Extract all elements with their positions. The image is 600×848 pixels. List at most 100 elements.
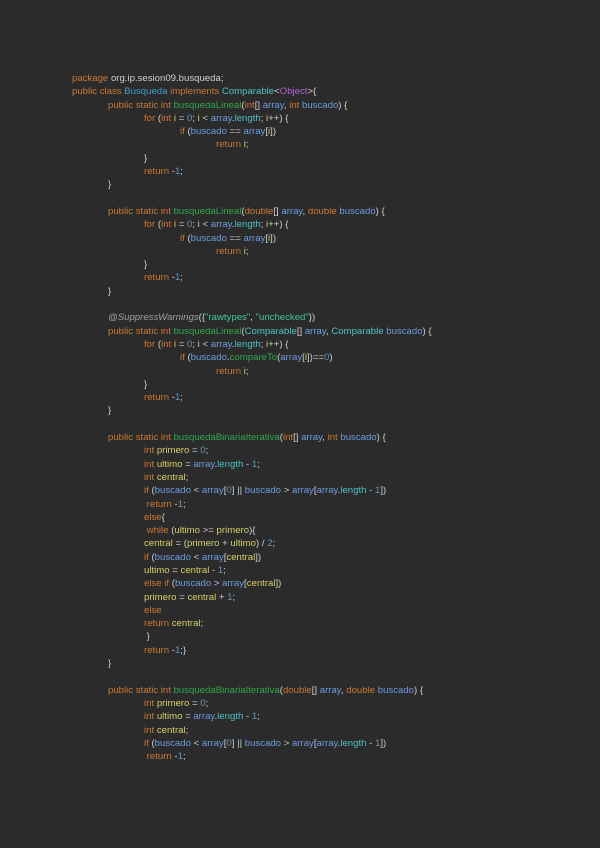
code-line: return -1; xyxy=(72,750,600,763)
code-token: array xyxy=(280,352,303,364)
code-token: central xyxy=(156,471,186,483)
code-token: > xyxy=(211,578,223,590)
code-line: package org.ip.sesion09.busqueda; xyxy=(72,72,600,85)
code-token: buscado xyxy=(190,352,227,364)
code-token: ; xyxy=(182,498,186,510)
code-token: = xyxy=(169,564,181,576)
code-token: public static int xyxy=(72,432,174,444)
code-token: buscado xyxy=(190,126,227,138)
code-line: central = (primero + ultimo) / 2; xyxy=(72,537,600,550)
code-token: array xyxy=(210,338,232,350)
code-token: return xyxy=(72,751,175,763)
code-line: public static int busquedaBinariaIterati… xyxy=(72,431,600,444)
code-line: if (buscado == array[i]) xyxy=(72,125,600,138)
code-token: array xyxy=(193,711,215,723)
code-token: length xyxy=(217,711,244,723)
code-token: return xyxy=(72,272,172,284)
code-token: "unchecked" xyxy=(255,312,309,324)
code-token: - xyxy=(366,485,375,497)
code-line: } xyxy=(72,378,600,391)
code-token: central xyxy=(187,591,217,603)
code-token: = xyxy=(182,711,194,723)
code-token: for xyxy=(72,219,158,231)
code-token: if xyxy=(72,126,188,138)
code-line: return i; xyxy=(72,365,600,378)
code-token: busquedaLineal xyxy=(173,99,242,111)
code-line: for (int i = 0; i < array.length; i++) { xyxy=(72,218,600,231)
code-token: ]) xyxy=(275,578,282,590)
code-line: return -1; xyxy=(72,498,600,511)
code-token: int xyxy=(72,724,157,736)
code-token: = xyxy=(189,445,201,457)
code-token: ; xyxy=(245,139,249,151)
code-token: central xyxy=(156,724,186,736)
code-token: } xyxy=(72,285,112,297)
code-line: else if (buscado > array[central]) xyxy=(72,577,600,590)
code-token: [] xyxy=(293,432,302,444)
code-token: while xyxy=(72,525,172,537)
code-token: implements xyxy=(170,86,222,98)
code-line: } xyxy=(72,258,600,271)
code-token: ]) xyxy=(380,737,387,749)
code-line: return -1; xyxy=(72,271,600,284)
code-token: ++) { xyxy=(268,219,289,231)
code-token: Comparable xyxy=(221,86,275,98)
code-token: int xyxy=(161,219,174,231)
code-line: if (buscado < array[0] || buscado > arra… xyxy=(72,484,600,497)
code-line: return i; xyxy=(72,138,600,151)
code-line: if (buscado.compareTo(array[i])==0) xyxy=(72,351,600,364)
code-token: + xyxy=(216,591,228,603)
code-token: array xyxy=(243,126,266,138)
code-token: double xyxy=(282,684,312,696)
code-token: int xyxy=(72,471,157,483)
code-line: public class Busqueda implements Compara… xyxy=(72,85,600,98)
code-token: ultimo xyxy=(156,458,183,470)
code-token: package xyxy=(72,73,111,84)
code-line: int ultimo = array.length - 1; xyxy=(72,458,600,471)
code-token: } xyxy=(72,259,148,271)
code-token: array xyxy=(243,232,266,244)
code-token: array xyxy=(291,737,314,749)
code-token: int xyxy=(72,697,157,709)
code-token: length xyxy=(234,338,261,350)
code-token: int xyxy=(289,99,303,111)
code-token: int xyxy=(161,112,174,124)
code-line: } xyxy=(72,152,600,165)
code-token: } xyxy=(72,405,112,417)
code-token: else xyxy=(72,511,162,523)
code-token: int xyxy=(282,432,294,444)
code-token: double xyxy=(307,205,340,217)
code-token: primero xyxy=(156,697,190,709)
code-line: primero = central + 1; xyxy=(72,591,600,604)
code-token: public static int xyxy=(72,99,174,111)
code-line: } xyxy=(72,630,600,643)
code-token: - xyxy=(243,711,252,723)
code-line: if (buscado == array[i]) xyxy=(72,232,600,245)
code-token: Comparable xyxy=(244,325,297,337)
code-token: >= xyxy=(200,525,217,537)
code-token: < xyxy=(190,551,202,563)
code-token: array xyxy=(316,737,338,749)
code-token: buscado xyxy=(154,737,191,749)
code-token: array xyxy=(201,485,224,497)
code-line: while (ultimo >= primero){ xyxy=(72,524,600,537)
code-token: if xyxy=(72,232,188,244)
code-line: @SuppressWarnings({"rawtypes", "unchecke… xyxy=(72,311,600,324)
code-line: else{ xyxy=(72,511,600,524)
code-token: busquedaLineal xyxy=(173,205,242,217)
code-token: < xyxy=(190,737,202,749)
code-token: length xyxy=(340,737,367,749)
code-token: [] xyxy=(296,325,305,337)
code-token: = ( xyxy=(172,538,187,550)
code-token: [] xyxy=(311,684,320,696)
code-token: buscado xyxy=(154,551,191,563)
code-token: public static int xyxy=(72,205,174,217)
code-editor[interactable]: package org.ip.sesion09.busqueda; public … xyxy=(72,72,600,763)
code-token: public static int xyxy=(72,684,174,696)
code-line: return -1; xyxy=(72,165,600,178)
code-token: central xyxy=(180,564,210,576)
code-token: = xyxy=(189,697,201,709)
code-token: int xyxy=(72,458,157,470)
code-token: array xyxy=(319,684,341,696)
